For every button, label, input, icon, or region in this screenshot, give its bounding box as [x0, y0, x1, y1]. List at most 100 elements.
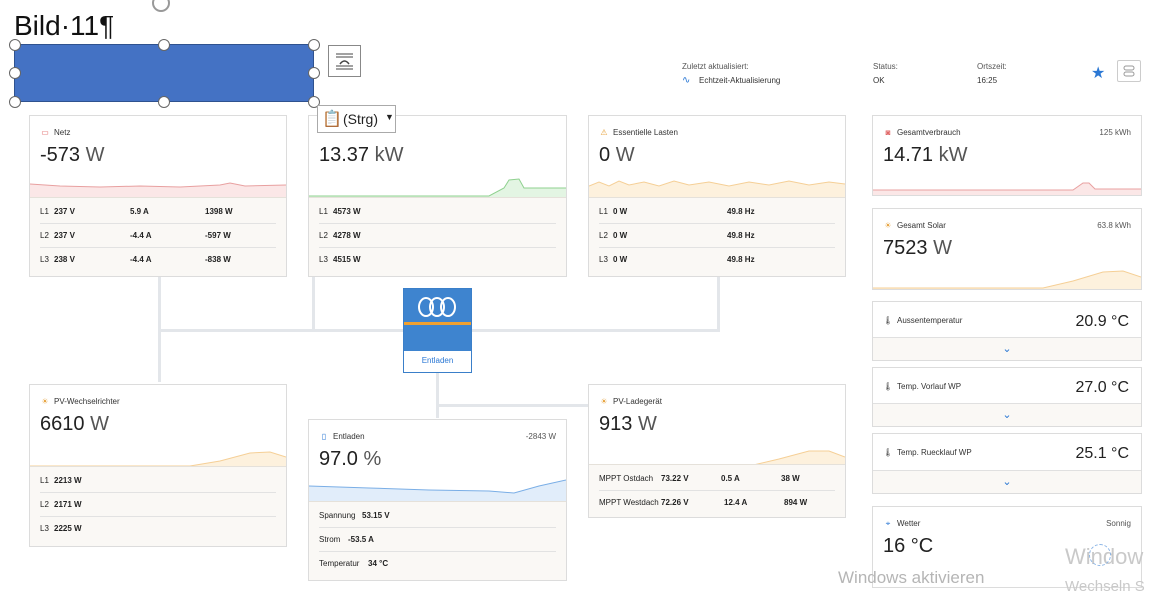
table-row: L2 4278 W [319, 224, 556, 248]
pv-charger-value: 913 [599, 413, 633, 435]
ac-input-sparkline [309, 178, 566, 198]
pv-inverter-value: 6610 [40, 413, 85, 435]
thermometer-icon: 🌡 [883, 316, 894, 325]
sun-icon: ☀ [884, 221, 892, 230]
star-icon[interactable]: ★ [1091, 63, 1105, 83]
temp-card-outdoor[interactable]: 🌡 Aussentemperatur 20.9 °C ⌄ [872, 301, 1142, 361]
ac-input-unit: kW [374, 144, 404, 166]
sun-icon: ☀ [600, 397, 608, 406]
connector [436, 372, 439, 418]
solar-unit: W [933, 237, 952, 259]
time-label: Ortszeit: [977, 62, 1007, 71]
table-row: Strom -53.5 A [319, 528, 556, 552]
temp-value: 20.9 °C [1075, 313, 1129, 330]
pv-charger-unit: W [637, 413, 657, 435]
table-row: Spannung 53.15 V [319, 504, 556, 528]
paste-options-button[interactable]: 📋 (Strg) ▼ [317, 105, 396, 133]
time-value: 16:25 [977, 76, 998, 85]
selected-shape[interactable] [14, 44, 314, 102]
resize-handle[interactable] [158, 39, 170, 51]
solar-sparkline [873, 270, 1141, 289]
solar-value: 7523 [883, 237, 928, 259]
expand-chevron-icon[interactable]: ⌄ [873, 470, 1141, 493]
table-row: L1 0 W 49.8 Hz [599, 200, 835, 224]
temp-value: 27.0 °C [1075, 379, 1129, 396]
table-row: L2 0 W 49.8 Hz [599, 224, 835, 248]
expand-chevron-icon[interactable]: ⌄ [873, 337, 1141, 360]
pv-charger-title: PV-Ladegerät [613, 397, 662, 406]
realtime-wave-icon: ∿ [682, 75, 691, 86]
connector [312, 276, 315, 331]
thermometer-icon: 🌡 [883, 382, 894, 391]
battery-sparkline [309, 479, 566, 502]
ac-input-value: 13.37 [319, 144, 370, 166]
total-consumption-card[interactable]: ◙ Gesamtverbrauch 125 kWh 14.71 kW [872, 115, 1142, 196]
table-row: MPPT Westdach 72.26 V 12.4 A 894 W [599, 498, 808, 507]
pv-charger-card[interactable]: ☀ PV-Ladegerät 913 W MPPT Ostdach 73.22 V0… [588, 384, 846, 518]
battery-unit: % [363, 448, 382, 470]
consumption-icon: ◙ [885, 128, 891, 137]
temp-value: 25.1 °C [1075, 445, 1129, 462]
table-row: Temperatur 34 °C [319, 559, 389, 568]
sun-icon: ☀ [41, 397, 49, 406]
resize-handle[interactable] [9, 67, 21, 79]
battery-title: Entladen [333, 432, 365, 441]
updated-value: Echtzeit-Aktualisierung [699, 76, 781, 85]
loading-spinner-icon [1089, 544, 1111, 566]
inverter-logo-icon [404, 289, 471, 351]
pv-inverter-sparkline [30, 451, 286, 467]
thermometer-icon: 🌡 [883, 448, 894, 457]
resize-handle[interactable] [308, 39, 320, 51]
resize-handle[interactable] [158, 96, 170, 108]
pv-inverter-title: PV-Wechselrichter [54, 397, 120, 406]
grid-icon: ▭ [41, 128, 49, 137]
inverter-box[interactable]: Entladen [403, 288, 472, 373]
connector [436, 404, 588, 407]
table-row: MPPT Ostdach 73.22 V 0.5 A 38 W [599, 467, 835, 491]
essential-title: Essentielle Lasten [613, 128, 678, 137]
temp-card-return[interactable]: 🌡 Temp. Ruecklauf WP 25.1 °C ⌄ [872, 433, 1142, 494]
expand-chevron-icon[interactable]: ⌄ [873, 403, 1141, 426]
battery-icon: ▯ [321, 432, 327, 441]
solar-title: Gesamt Solar [897, 221, 946, 230]
resize-handle[interactable] [308, 67, 320, 79]
updated-label: Zuletzt aktualisiert: [682, 62, 749, 71]
table-row: L2 237 V -4.4 A -597 W [40, 224, 276, 248]
battery-card[interactable]: ▯ Entladen -2843 W 97.0 % Spannung 53.15 V… [308, 419, 567, 581]
consumption-title: Gesamtverbrauch [897, 128, 961, 137]
battery-power: -2843 W [525, 432, 556, 441]
table-row: L3 238 V -4.4 A -838 W [40, 255, 231, 264]
resize-handle[interactable] [9, 39, 21, 51]
essential-unit: W [615, 144, 635, 166]
solar-energy: 63.8 kWh [1097, 221, 1131, 230]
grid-card[interactable]: ▭ Netz -573 W L1 237 V 5.9 A 1398 W L2 237 V-… [29, 115, 287, 277]
essential-loads-card[interactable]: ⚠ Essentielle Lasten 0 W L1 0 W 49.8 Hz L2 0… [588, 115, 846, 277]
layout-options-icon[interactable] [328, 45, 361, 77]
table-row: L2 2171 W [40, 493, 276, 517]
rotate-handle-icon[interactable] [152, 0, 170, 12]
table-row: L3 2225 W [40, 524, 82, 533]
temp-title: Temp. Vorlauf WP [897, 382, 962, 391]
resize-handle[interactable] [9, 96, 21, 108]
total-solar-card[interactable]: ☀ Gesamt Solar 63.8 kWh 7523 W [872, 208, 1142, 290]
consumption-sparkline [873, 182, 1141, 195]
essential-sparkline [589, 180, 845, 198]
location-pin-icon: ⌖ [885, 519, 891, 528]
settings-toggle-icon[interactable] [1117, 60, 1141, 82]
pv-inverter-card[interactable]: ☀ PV-Wechselrichter 6610 W L1 2213 W L2 217… [29, 384, 287, 547]
chevron-down-icon: ▼ [385, 112, 394, 122]
temp-card-flow[interactable]: 🌡 Temp. Vorlauf WP 27.0 °C ⌄ [872, 367, 1142, 427]
ac-input-card[interactable]: 13.37 kW L1 4573 W L2 4278 W L3 4515 W [308, 115, 567, 277]
temp-title: Aussentemperatur [897, 316, 963, 325]
battery-value: 97.0 [319, 448, 358, 470]
table-row: L3 4515 W [319, 255, 361, 264]
paste-label: (Strg) [343, 111, 378, 127]
windows-watermark-cut: Wechseln S [1065, 578, 1145, 595]
clipboard-icon: 📋 [322, 111, 342, 128]
grid-title: Netz [54, 128, 71, 137]
temp-title: Temp. Ruecklauf WP [897, 448, 972, 457]
table-row: L1 4573 W [319, 200, 556, 224]
weather-title: Wetter [897, 519, 921, 528]
status-value: OK [873, 76, 885, 85]
inverter-state: Entladen [421, 356, 454, 365]
